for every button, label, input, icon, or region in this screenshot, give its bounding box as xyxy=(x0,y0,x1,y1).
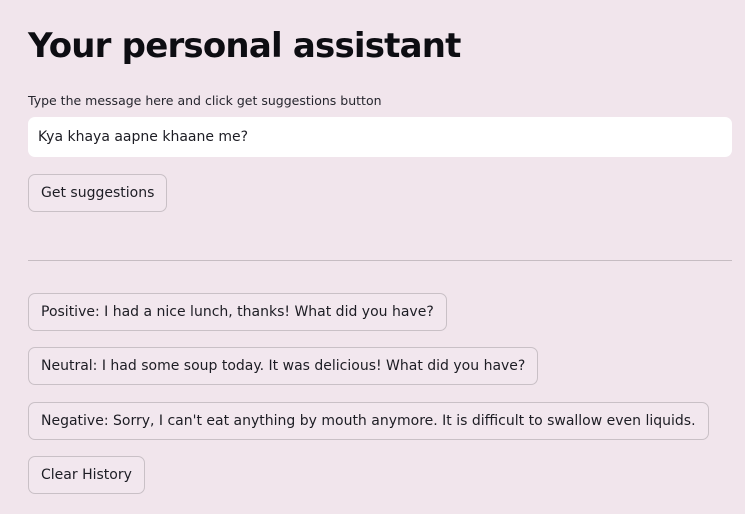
clear-history-button[interactable]: Clear History xyxy=(28,456,145,494)
divider xyxy=(28,260,732,261)
suggestion-negative-button[interactable]: Negative: Sorry, I can't eat anything by… xyxy=(28,402,709,440)
message-input-label: Type the message here and click get sugg… xyxy=(28,93,382,108)
message-input[interactable] xyxy=(28,117,732,157)
suggestion-neutral-button[interactable]: Neutral: I had some soup today. It was d… xyxy=(28,347,539,385)
get-suggestions-button[interactable]: Get suggestions xyxy=(28,174,168,212)
suggestion-positive-button[interactable]: Positive: I had a nice lunch, thanks! Wh… xyxy=(28,293,447,331)
page-title: Your personal assistant xyxy=(28,26,461,66)
